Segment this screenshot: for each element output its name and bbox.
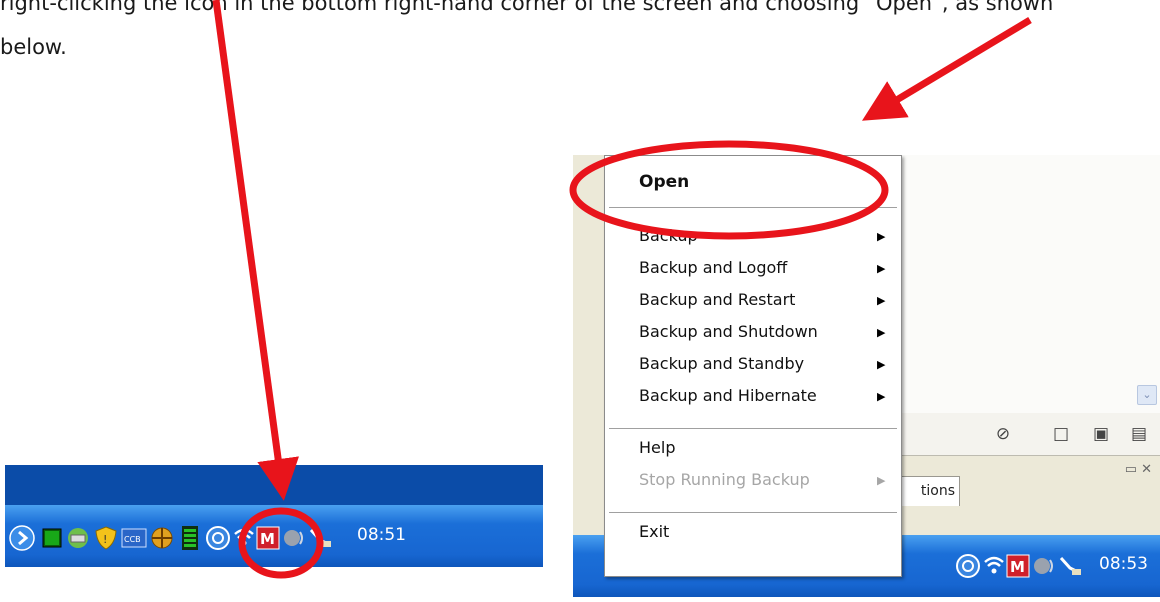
submenu-arrow-icon: ▶ <box>877 390 886 403</box>
submenu-arrow-icon: ▶ <box>877 262 886 275</box>
tab-options[interactable]: tions <box>898 476 960 506</box>
menu-item-open[interactable]: Open <box>639 172 689 192</box>
start-arrow-icon[interactable] <box>9 525 35 551</box>
submenu-arrow-icon: ▶ <box>877 294 886 307</box>
menu-item-backup-hibernate[interactable]: Backup and Hibernate <box>639 386 817 405</box>
folder-icon[interactable]: □ <box>1050 423 1072 445</box>
menu-item-backup-standby[interactable]: Backup and Standby <box>639 354 804 373</box>
menu-item-backup-restart[interactable]: Backup and Restart <box>639 290 795 309</box>
taskbar-clock: 08:51 <box>357 525 406 545</box>
mcafee-icon[interactable]: M <box>255 525 281 551</box>
submenu-arrow-icon: ▶ <box>877 358 886 371</box>
annotation-arrow-left <box>212 0 299 501</box>
submenu-arrow-icon: ▶ <box>877 230 886 243</box>
no-entry-icon[interactable]: ⊘ <box>992 423 1014 445</box>
svg-text:M: M <box>260 530 275 548</box>
network-icon[interactable] <box>1057 553 1083 579</box>
speaker-icon[interactable] <box>1031 553 1057 579</box>
network-icon[interactable] <box>307 525 333 551</box>
submenu-arrow-icon: ▶ <box>877 326 886 339</box>
wireless-icon[interactable] <box>981 553 1007 579</box>
svg-text:!: ! <box>103 533 107 546</box>
shield-icon[interactable]: ! <box>93 525 119 551</box>
menu-item-stop-running-backup: Stop Running Backup <box>639 470 810 489</box>
app-toolbar: ⊘ □ ▣ ▤ <box>898 413 1160 455</box>
desktop-background <box>5 465 543 505</box>
instruction-line-1: right-clicking the icon in the bottom ri… <box>0 0 1054 15</box>
crosshair-icon[interactable] <box>149 525 175 551</box>
trash-icon[interactable]: ▤ <box>1128 423 1150 445</box>
menu-item-backup-logoff[interactable]: Backup and Logoff <box>639 258 787 277</box>
menu-item-backup-shutdown[interactable]: Backup and Shutdown <box>639 322 818 341</box>
wireless-icon[interactable] <box>231 525 257 551</box>
svg-text:M: M <box>1010 558 1025 576</box>
ccb-icon[interactable]: CCB <box>121 525 147 551</box>
instruction-text: right-clicking the icon in the bottom ri… <box>0 0 1160 62</box>
submenu-arrow-icon: ▶ <box>877 474 886 487</box>
taskbar-clock: 08:53 <box>1099 554 1148 574</box>
options-panel: ▭ ✕ tions <box>898 455 1160 506</box>
mcafee-icon[interactable]: M <box>1005 553 1031 579</box>
tray-context-menu: Open Backup ▶ Backup and Logoff ▶ Backup… <box>604 155 902 577</box>
menu-item-help[interactable]: Help <box>639 438 675 457</box>
menu-separator <box>609 428 897 430</box>
save-icon[interactable]: ▣ <box>1090 423 1112 445</box>
speaker-icon[interactable] <box>281 525 307 551</box>
menu-item-backup[interactable]: Backup <box>639 226 698 245</box>
svg-text:CCB: CCB <box>124 535 141 544</box>
backup-target-icon[interactable] <box>955 553 981 579</box>
instruction-line-2: below. <box>0 35 67 59</box>
menu-item-exit[interactable]: Exit <box>639 522 669 541</box>
taskbar-screenshot: ! CCB M 08:51 <box>5 465 543 567</box>
window-controls[interactable]: ▭ ✕ <box>1125 462 1152 477</box>
backup-target-icon[interactable] <box>205 525 231 551</box>
menu-separator <box>609 207 897 209</box>
green-bars-icon[interactable] <box>177 525 203 551</box>
scroll-down-button[interactable]: ⌄ <box>1137 385 1157 405</box>
green-grid-icon[interactable] <box>39 525 65 551</box>
system-tray: ! CCB M 08:51 <box>5 505 543 567</box>
printer-icon[interactable] <box>65 525 91 551</box>
context-menu-screenshot: ⌄ ⊘ □ ▣ ▤ ▭ ✕ tions M 08:53 Open Backup … <box>573 155 1160 597</box>
menu-separator <box>609 512 897 514</box>
